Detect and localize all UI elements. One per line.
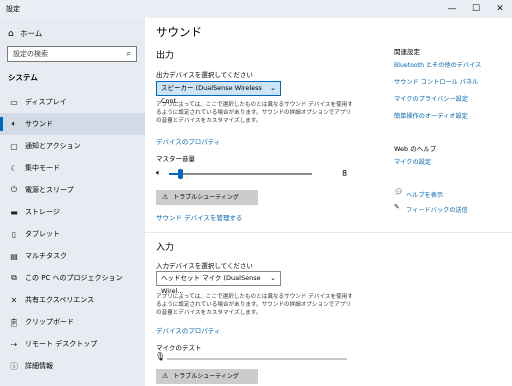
- sidebar-item-label: 電源とスリープ: [25, 186, 74, 194]
- close-button[interactable]: ✕: [488, 0, 512, 18]
- get-help-link[interactable]: ヘルプを表示: [406, 190, 443, 199]
- troubleshoot-label: トラブルシューティング: [173, 373, 239, 380]
- display-icon: ▭: [10, 97, 18, 107]
- projection-icon: ⧉: [11, 273, 17, 282]
- storage-icon: ▬: [10, 207, 18, 217]
- remote-icon: ⇢: [10, 339, 18, 349]
- sidebar-item-multitask[interactable]: ▤ マルチタスク: [0, 245, 145, 267]
- sidebar-item-projection[interactable]: ⧉ この PC へのプロジェクション: [0, 267, 145, 289]
- web-help-heading: Web のヘルプ: [394, 145, 437, 153]
- title-bar: 設定 — ☐ ✕: [0, 0, 512, 18]
- input-properties-link[interactable]: デバイスのプロパティ: [156, 325, 220, 335]
- volume-label: マスター音量: [156, 155, 195, 163]
- volume-icon: 🔈︎: [156, 168, 161, 177]
- maximize-button[interactable]: ☐: [464, 0, 488, 18]
- output-properties-link[interactable]: デバイスのプロパティ: [156, 136, 220, 146]
- sidebar-item-notifications[interactable]: ▢ 通知とアクション: [0, 135, 145, 157]
- output-device-select[interactable]: スピーカー (DualSense Wireless Cont... ⌄: [156, 81, 281, 105]
- minimize-button[interactable]: —: [440, 0, 464, 18]
- multitask-icon: ▤: [10, 251, 18, 261]
- related-link-ease-of-access-audio[interactable]: 簡単操作のオーディオ設定: [394, 111, 468, 120]
- input-description: アプリによっては、ここで選択したものとは異なるサウンド デバイスを使用するように…: [156, 294, 353, 316]
- sidebar-item-label: 集中モード: [25, 164, 60, 172]
- share-icon: ✕: [10, 295, 18, 305]
- warning-icon: ⚠: [162, 193, 169, 201]
- search-placeholder: 設定の検索: [13, 50, 48, 58]
- sidebar-item-label: ディスプレイ: [25, 98, 67, 106]
- feedback-icon: ✎: [394, 203, 400, 211]
- sidebar-item-label: 共有エクスペリエンス: [25, 296, 95, 304]
- related-link-mic-privacy[interactable]: マイクのプライバシー設定: [394, 94, 468, 103]
- sidebar-section-title: システム: [8, 73, 38, 82]
- home-link[interactable]: ⌂ ホーム: [8, 28, 42, 39]
- home-label: ホーム: [20, 29, 43, 38]
- volume-slider-thumb[interactable]: [178, 169, 183, 179]
- web-link-mic-setup[interactable]: マイクの設定: [394, 157, 431, 166]
- microphone-icon: 🎙︎: [155, 352, 166, 361]
- sidebar-item-display[interactable]: ▭ ディスプレイ: [0, 91, 145, 113]
- sidebar-item-label: タブレット: [25, 230, 60, 238]
- sidebar-item-tablet[interactable]: ▯ タブレット: [0, 223, 145, 245]
- notification-icon: ▢: [10, 141, 18, 151]
- output-heading: 出力: [156, 51, 175, 61]
- sidebar-item-label: クリップボード: [25, 318, 74, 326]
- search-input[interactable]: 設定の検索 ⌕: [7, 46, 137, 62]
- home-icon: ⌂: [8, 28, 14, 39]
- search-icon: ⌕: [126, 49, 131, 58]
- related-settings-heading: 関連設定: [394, 48, 420, 56]
- tablet-icon: ▯: [11, 229, 17, 239]
- feedback-link[interactable]: フィードバックの送信: [406, 205, 468, 214]
- sidebar-item-clipboard[interactable]: 📋︎ クリップボード: [0, 311, 145, 333]
- info-icon: ⓘ: [10, 361, 18, 371]
- chevron-down-icon: ⌄: [270, 274, 276, 282]
- sidebar-item-power[interactable]: ⏻ 電源とスリープ: [0, 179, 145, 201]
- sidebar-item-storage[interactable]: ▬ ストレージ: [0, 201, 145, 223]
- manage-devices-link[interactable]: サウンド デバイスを管理する: [156, 212, 242, 222]
- sidebar-item-label: リモート デスクトップ: [25, 340, 98, 348]
- sidebar-item-label: 詳細情報: [25, 362, 53, 370]
- sidebar: ⌂ ホーム 設定の検索 ⌕ システム ▭ ディスプレイ 🔈︎ サウンド ▢ 通知…: [0, 18, 145, 386]
- input-troubleshoot-button[interactable]: ⚠ トラブルシューティング: [156, 369, 258, 384]
- chevron-down-icon: ⌄: [270, 84, 276, 92]
- mic-test-label: マイクのテスト: [156, 344, 202, 352]
- moon-icon: ☾: [10, 163, 18, 173]
- volume-value: 8: [342, 169, 348, 178]
- power-icon: ⏻: [10, 185, 18, 194]
- sidebar-item-label: ストレージ: [25, 208, 60, 216]
- sidebar-item-label: マルチタスク: [25, 252, 67, 260]
- main-content: サウンド 出力 出力デバイスを選択してください スピーカー (DualSense…: [145, 18, 512, 386]
- output-troubleshoot-button[interactable]: ⚠ トラブルシューティング: [156, 190, 258, 205]
- page-title: サウンド: [156, 25, 202, 39]
- related-link-bluetooth[interactable]: Bluetooth とその他のデバイス: [394, 60, 481, 69]
- help-icon: 💬︎: [394, 188, 403, 196]
- troubleshoot-label: トラブルシューティング: [173, 194, 239, 201]
- volume-slider-track[interactable]: [169, 173, 312, 175]
- output-device-label: 出力デバイスを選択してください: [156, 71, 253, 79]
- input-device-label: 入力デバイスを選択してください: [156, 262, 253, 270]
- speaker-icon: 🔈︎: [11, 119, 17, 128]
- mic-level-bar: [167, 358, 347, 360]
- output-description: アプリによっては、ここで選択したものとは異なるサウンド デバイスを使用するように…: [156, 102, 353, 124]
- warning-icon: ⚠: [162, 372, 169, 380]
- input-heading: 入力: [156, 243, 175, 253]
- sidebar-item-about[interactable]: ⓘ 詳細情報: [0, 355, 145, 377]
- clipboard-icon: 📋︎: [8, 317, 20, 327]
- related-link-sound-control-panel[interactable]: サウンド コントロール パネル: [394, 77, 478, 86]
- sidebar-item-label: この PC へのプロジェクション: [25, 274, 123, 282]
- sidebar-item-label: 通知とアクション: [25, 142, 81, 150]
- window-title: 設定: [6, 5, 20, 13]
- input-device-value: ヘッドセット マイク (DualSense Wirel...: [161, 274, 261, 295]
- input-device-select[interactable]: ヘッドセット マイク (DualSense Wirel... ⌄: [156, 271, 281, 295]
- sidebar-item-focus[interactable]: ☾ 集中モード: [0, 157, 145, 179]
- sidebar-item-label: サウンド: [25, 120, 53, 128]
- sidebar-item-sound[interactable]: 🔈︎ サウンド: [0, 113, 145, 135]
- sidebar-item-shared[interactable]: ✕ 共有エクスペリエンス: [0, 289, 145, 311]
- section-divider: [145, 232, 512, 233]
- sidebar-item-remote[interactable]: ⇢ リモート デスクトップ: [0, 333, 145, 355]
